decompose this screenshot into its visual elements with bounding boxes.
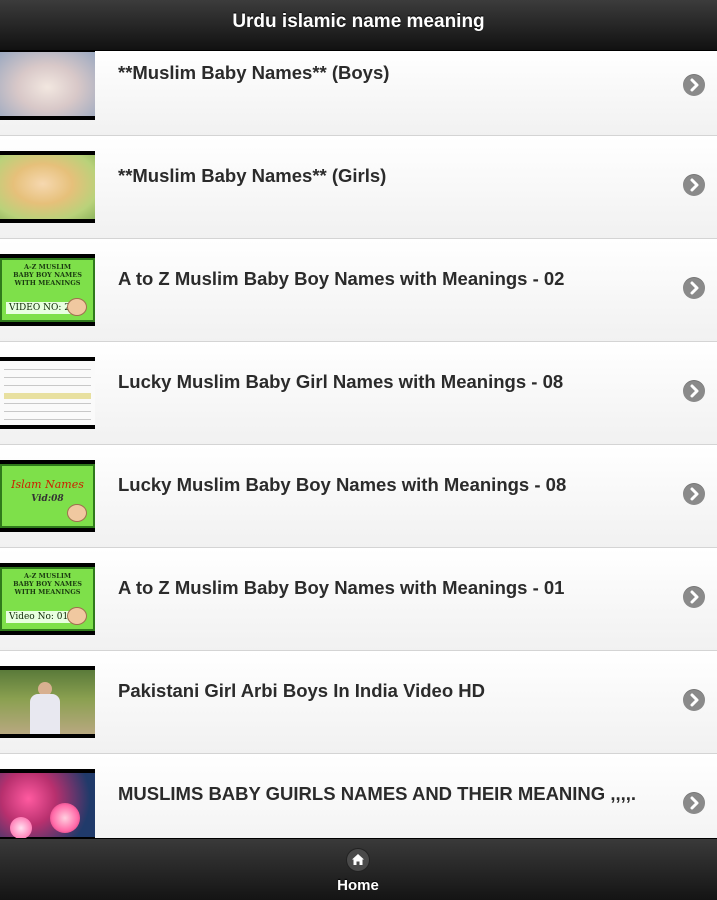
thumb-text: A-Z MUSLIM [23,572,72,580]
list-item-title: **Muslim Baby Names** (Boys) [118,62,390,83]
chevron-right-icon [683,792,705,814]
list-item-title: MUSLIMS BABY GUIRLS NAMES AND THEIR MEAN… [118,783,637,804]
names-table-thumbnail [0,357,95,429]
list-item[interactable]: A-Z MUSLIM BABY BOY NAMES WITH MEANINGS … [0,239,717,342]
app-window: Urdu islamic name meaning **Muslim Baby … [0,0,717,900]
list-item[interactable]: **Muslim Baby Names** (Girls) [0,136,717,239]
chevron-right-icon [683,74,705,96]
thumb-text: BABY BOY NAMES [13,271,82,279]
thumb-text: A-Z MUSLIM [23,263,72,271]
thumb-text: Islam Names [11,478,84,491]
list-item-title: Pakistani Girl Arbi Boys In India Video … [118,680,486,701]
chevron-right-icon [683,483,705,505]
flower-card-thumbnail [0,769,95,838]
chevron-right-icon [683,586,705,608]
chevron-right-icon [683,689,705,711]
green-title-card-thumbnail: A-Z MUSLIM BABY BOY NAMES WITH MEANINGS … [0,563,95,635]
list-item-title: Lucky Muslim Baby Boy Names with Meaning… [118,474,567,495]
green-title-card-thumbnail: A-Z MUSLIM BABY BOY NAMES WITH MEANINGS … [0,254,95,326]
thumb-text: BABY BOY NAMES [13,580,82,588]
chevron-right-icon [683,174,705,196]
list-item-title: A to Z Muslim Baby Boy Names with Meanin… [118,268,565,289]
outdoor-people-thumbnail [0,666,95,738]
home-icon [347,849,369,871]
list-item[interactable]: Islam Names Vid:08 Lucky Muslim Baby Boy… [0,445,717,548]
sleeping-baby-thumbnail [0,51,95,120]
list-item-title: Lucky Muslim Baby Girl Names with Meanin… [118,371,564,392]
thumb-text: WITH MEANINGS [14,588,81,596]
thumb-text: WITH MEANINGS [14,279,81,287]
list-item-title: **Muslim Baby Names** (Girls) [118,165,387,186]
list-item[interactable]: MUSLIMS BABY GUIRLS NAMES AND THEIR MEAN… [0,754,717,838]
home-label: Home [337,877,379,894]
app-header: Urdu islamic name meaning [0,0,717,51]
chevron-right-icon [683,380,705,402]
footer-navbar: Home [0,838,717,900]
list-item[interactable]: **Muslim Baby Names** (Boys) [0,51,717,136]
list-item[interactable]: A-Z MUSLIM BABY BOY NAMES WITH MEANINGS … [0,548,717,651]
home-button[interactable]: Home [318,843,398,899]
page-title: Urdu islamic name meaning [232,11,485,32]
list-item[interactable]: Lucky Muslim Baby Girl Names with Meanin… [0,342,717,445]
thumb-text: VIDEO NO: 2 [6,302,73,314]
baby-girl-thumbnail [0,151,95,223]
video-list: **Muslim Baby Names** (Boys) **Muslim Ba… [0,51,717,838]
list-item[interactable]: Pakistani Girl Arbi Boys In India Video … [0,651,717,754]
islam-names-card-thumbnail: Islam Names Vid:08 [0,460,95,532]
list-item-title: A to Z Muslim Baby Boy Names with Meanin… [118,577,565,598]
thumb-text: Video No: 01 [6,611,72,623]
thumb-text: Vid:08 [31,494,64,504]
chevron-right-icon [683,277,705,299]
